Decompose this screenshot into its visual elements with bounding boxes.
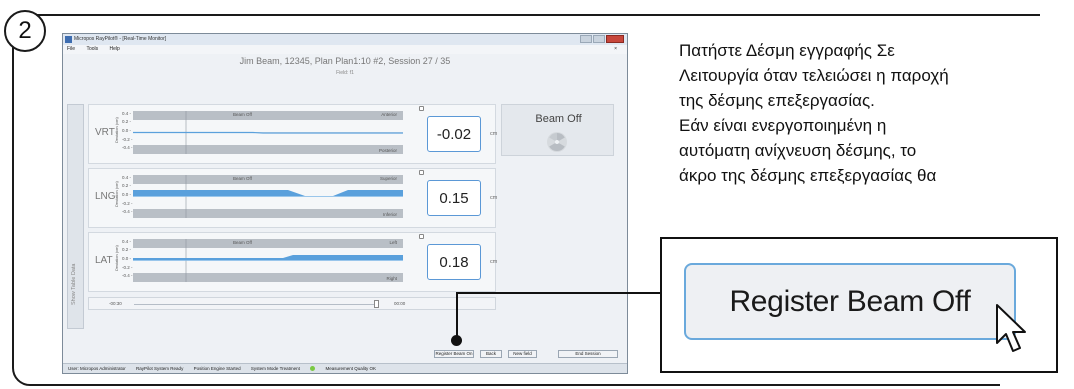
window-title: Micropos RayPilot® - [Real-Time Monitor] xyxy=(74,36,167,42)
deviation-graph-lat: Beam Off Left Right xyxy=(133,239,403,282)
instruction-text: Πατήστε Δέσμη εγγραφής Σε Λειτουργία ότα… xyxy=(679,38,1063,188)
unit-label: cm xyxy=(490,259,498,265)
close-window-button[interactable] xyxy=(606,35,624,43)
menu-bar: File Tools Help × xyxy=(63,45,627,54)
plan-title: Jim Beam, 12345, Plan Plan1:10 #2, Sessi… xyxy=(239,56,451,66)
pin-icon[interactable] xyxy=(419,234,424,239)
show-table-data-label: Show Table Data xyxy=(71,263,77,305)
tick-label: 0.0 - xyxy=(122,192,132,197)
axis-panel-lng: LNG Deviation (cm) 0.4 - 0.2 - 0.0 - -0.… xyxy=(88,168,498,228)
deviation-value-lat: 0.18 xyxy=(427,244,481,280)
axis-bottom-label: Right xyxy=(386,276,397,281)
field-label: Field: f1 xyxy=(336,70,354,76)
instruction-line: Πατήστε Δέσμη εγγραφής Σε xyxy=(679,41,895,60)
title-bar: Micropos RayPilot® - [Real-Time Monitor] xyxy=(63,34,627,45)
tick-label: 0.0 - xyxy=(122,256,132,261)
step-number-badge: 2 xyxy=(4,10,46,52)
status-system: RayPilot System Ready xyxy=(136,366,184,371)
axis-top-label: Anterior xyxy=(381,112,397,117)
pointer-line xyxy=(456,292,662,294)
menu-help[interactable]: Help xyxy=(110,46,120,52)
close-doc-icon[interactable]: × xyxy=(614,45,617,54)
deviation-graph-vrt: Beam Off Anterior Posterior xyxy=(133,111,403,154)
instruction-line: Λειτουργία όταν τελειώσει η παροχή xyxy=(679,66,949,85)
instruction-line: άκρο της δέσμης επεξεργασίας θα xyxy=(679,166,937,185)
status-user: User: Micropos Administrator xyxy=(68,366,126,371)
status-engine: Position Engine Started xyxy=(193,366,241,371)
pointer-line xyxy=(456,292,458,337)
beam-state-label: Beam Off xyxy=(233,112,252,117)
tick-label: 0.2 - xyxy=(122,119,132,124)
tick-label: -0.4 - xyxy=(122,145,133,150)
tick-label: -0.2 - xyxy=(122,201,133,206)
window-controls xyxy=(579,35,624,43)
register-beam-off-button[interactable]: Register Beam Off xyxy=(684,263,1016,340)
tick-label: -0.2 - xyxy=(122,137,133,142)
unit-label: cm xyxy=(490,195,498,201)
tick-label: 0.0 - xyxy=(122,128,132,133)
axis-panel-vrt: VRT Deviation (cm) 0.4 - 0.2 - 0.0 - -0.… xyxy=(88,104,498,164)
hand-cursor-icon xyxy=(996,304,1026,352)
unit-label: cm xyxy=(490,131,498,137)
tick-label: 0.2 - xyxy=(122,247,132,252)
frame-fade-bottom xyxy=(1000,372,1074,389)
timeline-end: 00:00 xyxy=(394,301,406,306)
axis-name: LAT xyxy=(95,255,113,266)
axis-ylabel: Deviation (cm) xyxy=(114,181,119,207)
tick-label: -0.4 - xyxy=(122,209,133,214)
show-table-data-tab[interactable]: Show Table Data xyxy=(67,104,84,329)
beam-status-panel: Beam Off xyxy=(501,104,614,156)
status-bar: User: Micropos Administrator RayPilot Sy… xyxy=(63,363,627,373)
status-mode: System Mode Treatment xyxy=(250,366,300,371)
axis-top-label: Left xyxy=(389,240,397,245)
pin-icon[interactable] xyxy=(419,106,424,111)
beam-state-label: Beam Off xyxy=(233,240,252,245)
timeline-start: -00:30 xyxy=(109,301,122,306)
axis-bottom-label: Posterior xyxy=(378,148,397,153)
maximize-button[interactable] xyxy=(593,35,605,43)
beam-status-text: Beam Off xyxy=(535,113,582,125)
minimize-button[interactable] xyxy=(580,35,592,43)
deviation-value-lng: 0.15 xyxy=(427,180,481,216)
instruction-line: αυτόματη ανίχνευση δέσμης, το xyxy=(679,141,917,160)
instruction-line: της δέσμης επεξεργασίας. xyxy=(679,91,875,110)
new-field-button[interactable]: New field xyxy=(508,350,537,358)
pin-icon[interactable] xyxy=(419,170,424,175)
tick-label: 0.4 - xyxy=(122,175,132,180)
deviation-value-vrt: -0.02 xyxy=(427,116,481,152)
menu-file[interactable]: File xyxy=(67,46,75,52)
menu-tools[interactable]: Tools xyxy=(86,46,98,52)
deviation-graph-lng: Beam Off Superior Inferior xyxy=(133,175,403,218)
tick-label: 0.4 - xyxy=(122,111,132,116)
status-ok-icon xyxy=(310,366,316,372)
axis-name: LNG xyxy=(95,191,116,202)
tick-label: -0.4 - xyxy=(122,273,133,278)
status-quality: Measurement Quality OK xyxy=(325,366,376,371)
register-beam-on-button[interactable]: Register Beam On xyxy=(434,350,474,358)
axis-bottom-label: Inferior xyxy=(382,212,397,217)
timeline-thumb[interactable] xyxy=(374,300,379,308)
tick-label: 0.2 - xyxy=(122,183,132,188)
beam-state-label: Beam Off xyxy=(233,176,252,181)
timeline-track xyxy=(134,304,379,305)
axis-ylabel: Deviation (cm) xyxy=(114,117,119,143)
instruction-line: Εάν είναι ενεργοποιημένη η xyxy=(679,116,887,135)
app-window: Micropos RayPilot® - [Real-Time Monitor]… xyxy=(62,33,628,374)
timeline-slider[interactable]: -00:30 00:00 xyxy=(88,297,496,310)
back-button[interactable]: Back xyxy=(480,350,502,358)
axis-panel-lat: LAT Deviation (cm) 0.4 - 0.2 - 0.0 - -0.… xyxy=(88,232,498,292)
tick-label: 0.4 - xyxy=(122,239,132,244)
radiation-icon xyxy=(547,132,567,152)
tick-label: -0.2 - xyxy=(122,265,133,270)
axis-ylabel: Deviation (cm) xyxy=(114,245,119,271)
pointer-dot xyxy=(451,335,462,346)
app-icon xyxy=(65,36,72,43)
end-session-button[interactable]: End Session xyxy=(558,350,618,358)
axis-top-label: Superior xyxy=(379,176,397,181)
axis-name: VRT xyxy=(95,127,115,138)
